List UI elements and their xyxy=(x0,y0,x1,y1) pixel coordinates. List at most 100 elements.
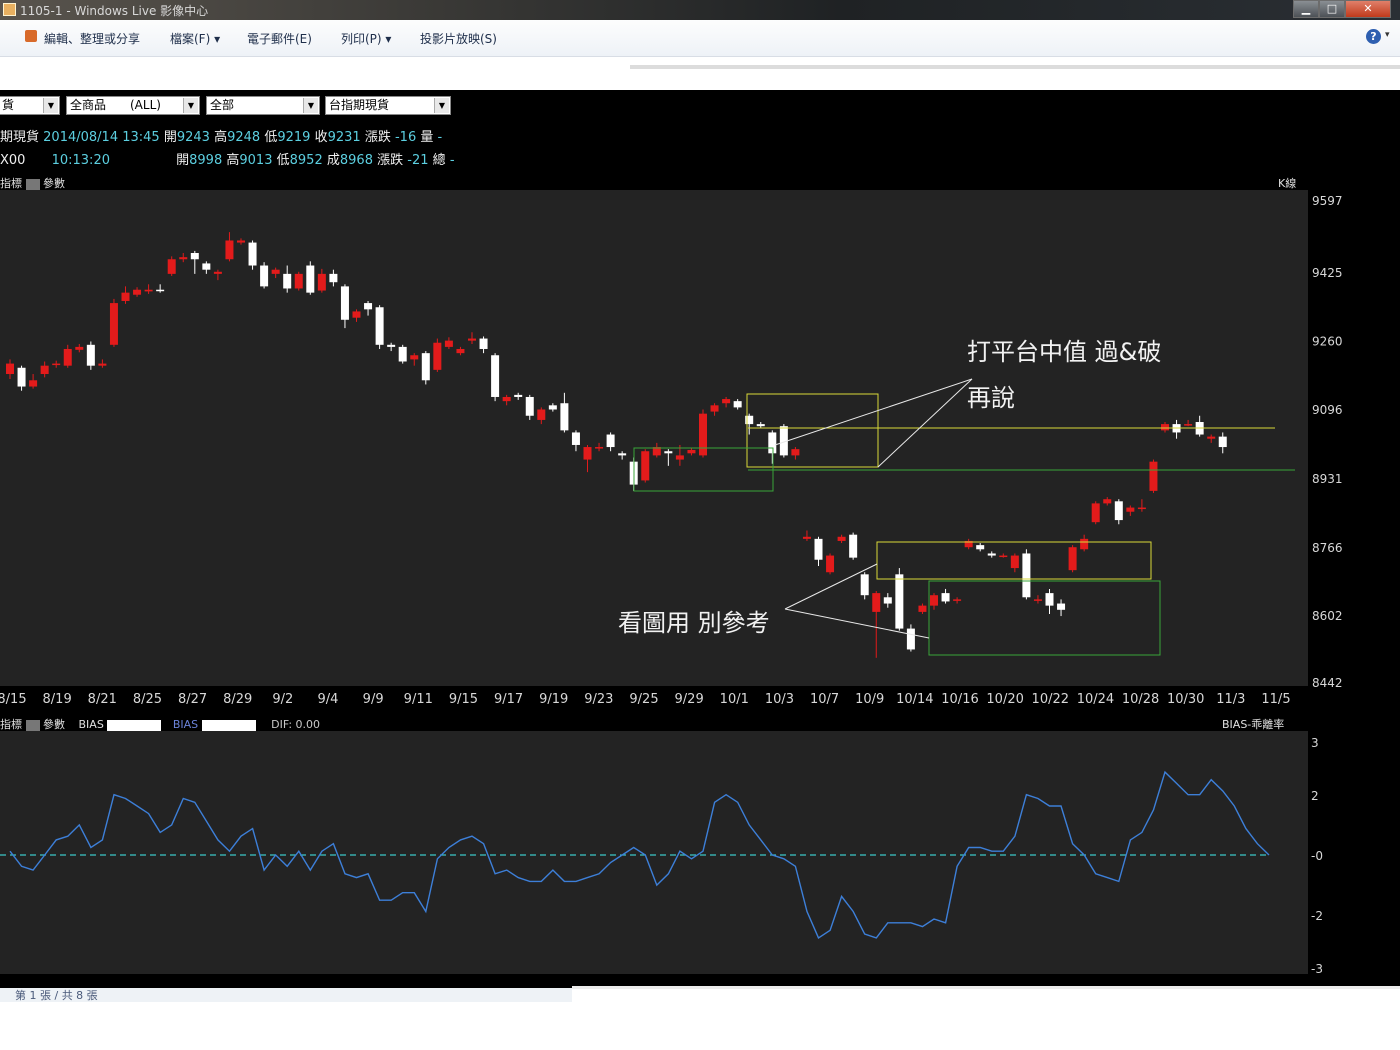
date-axis-label: 10/3 xyxy=(765,692,794,707)
candle-body xyxy=(675,455,684,460)
status-bar: 第 1 張 / 共 8 張 xyxy=(0,988,572,1002)
date-axis-label: 10/1 xyxy=(720,692,749,707)
date-axis-label: 9/17 xyxy=(494,692,523,707)
candle-body xyxy=(1080,538,1089,550)
date-axis-label: 10/24 xyxy=(1077,692,1114,707)
candle-body xyxy=(906,628,915,650)
maximize-button[interactable]: □ xyxy=(1319,0,1345,18)
candle-body xyxy=(1161,424,1169,431)
annotation-text: 看圖用 別參考 xyxy=(618,609,770,637)
candle-body xyxy=(202,263,211,270)
date-axis-label: 8/21 xyxy=(88,692,117,707)
date-axis-label: 10/9 xyxy=(855,692,884,707)
date-axis-label: 9/29 xyxy=(675,692,704,707)
candle-body xyxy=(756,424,765,427)
candle-body xyxy=(802,536,811,539)
date-axis-label: 10/14 xyxy=(896,692,933,707)
candle-body xyxy=(86,344,95,366)
candle-body xyxy=(1207,436,1216,439)
candle-body xyxy=(1184,424,1193,426)
candle-body xyxy=(502,396,511,402)
candle-body xyxy=(317,273,326,291)
candle-body xyxy=(1218,436,1227,448)
minimize-button[interactable]: ▁ xyxy=(1293,0,1319,18)
date-axis-label: 9/19 xyxy=(539,692,568,707)
candle-body xyxy=(987,553,996,556)
menu-file[interactable]: 檔案(F) ▾ xyxy=(170,30,220,47)
candle-body xyxy=(225,240,234,260)
candle-body xyxy=(941,593,950,602)
annotation-text: 再說 xyxy=(967,384,1015,412)
date-axis-label: 9/2 xyxy=(272,692,293,707)
toolbar-divider xyxy=(630,65,1400,69)
candle-body xyxy=(1137,507,1146,510)
bias-axis-label: -2 xyxy=(1311,909,1323,923)
window-title: 1105-1 - Windows Live 影像中心 xyxy=(20,4,209,18)
candle-body xyxy=(98,363,107,366)
candle-body xyxy=(849,534,858,558)
candle-body xyxy=(826,555,835,573)
candle-body xyxy=(1033,599,1042,601)
candle-body xyxy=(548,405,557,410)
candle-body xyxy=(387,344,396,347)
app-icon xyxy=(3,3,16,16)
candle-body xyxy=(375,307,384,345)
candle-body xyxy=(179,257,188,260)
candle-body xyxy=(271,269,280,274)
menu-slideshow[interactable]: 投影片放映(S) xyxy=(420,30,497,47)
date-axis-label: 9/11 xyxy=(404,692,433,707)
trading-app: 貨 ▼ 全商品 (ALL) ▼ 全部 ▼ 台指期現貨 ▼ 期現貨 2014/08/14 … xyxy=(0,90,1400,988)
menu-bar: 編輯、整理或分享 檔案(F) ▾ 電子郵件(E) 列印(P) ▾ 投影片放映(S… xyxy=(0,20,1400,57)
candle-body xyxy=(872,593,881,612)
candle-body xyxy=(294,273,303,289)
candle-body xyxy=(352,311,361,318)
menu-email[interactable]: 電子郵件(E) xyxy=(247,30,312,47)
candle-body xyxy=(918,605,927,612)
candle-body xyxy=(1126,507,1135,512)
candle-body xyxy=(1045,593,1054,606)
candle-body xyxy=(144,289,153,292)
price-axis-label: 9260 xyxy=(1312,335,1343,349)
range-box-green xyxy=(928,580,1161,656)
help-icon[interactable]: ? xyxy=(1366,29,1381,44)
candle-body xyxy=(410,355,419,360)
date-axis-label: 8/25 xyxy=(133,692,162,707)
bottom-toolbar xyxy=(572,986,1400,989)
help-dropdown-icon[interactable]: ▾ xyxy=(1385,30,1390,40)
candle-body xyxy=(237,240,245,243)
candle-body xyxy=(63,348,72,366)
candle-body xyxy=(260,265,269,287)
menu-edit[interactable]: 編輯、整理或分享 xyxy=(44,30,140,47)
candle-body xyxy=(930,595,938,606)
candle-body xyxy=(421,353,430,381)
candle-body xyxy=(340,286,349,320)
candle-body xyxy=(329,273,338,283)
date-axis-label: 10/7 xyxy=(810,692,839,707)
candle-body xyxy=(248,242,257,266)
candle-body xyxy=(953,599,962,601)
candle-body xyxy=(479,338,488,349)
candle-body xyxy=(976,545,985,550)
annotation-text: 打平台中值 過&破 xyxy=(967,338,1161,366)
candle-body xyxy=(895,574,904,629)
candle-body xyxy=(121,292,130,301)
candle-body xyxy=(710,405,719,412)
candle-body xyxy=(133,289,142,295)
candle-body xyxy=(398,346,407,362)
candle-body xyxy=(1091,503,1100,523)
candle-body xyxy=(306,265,315,293)
title-bar: 1105-1 - Windows Live 影像中心 ▁ □ ✕ xyxy=(0,0,1400,20)
close-button[interactable]: ✕ xyxy=(1345,0,1391,18)
page-indicator: 第 1 張 / 共 8 張 xyxy=(15,989,98,1002)
candle-body xyxy=(6,363,14,375)
pointer-line xyxy=(774,378,973,446)
candle-body xyxy=(768,432,777,454)
candle-body xyxy=(814,538,823,560)
candle-body xyxy=(491,355,500,397)
date-axis-label: 8/15 xyxy=(0,692,27,707)
candle-body xyxy=(283,273,292,289)
date-axis-label: 11/5 xyxy=(1261,692,1290,707)
candle-body xyxy=(699,413,707,456)
menu-print[interactable]: 列印(P) ▾ xyxy=(341,30,391,47)
bias-axis-label: 2 xyxy=(1311,789,1319,803)
